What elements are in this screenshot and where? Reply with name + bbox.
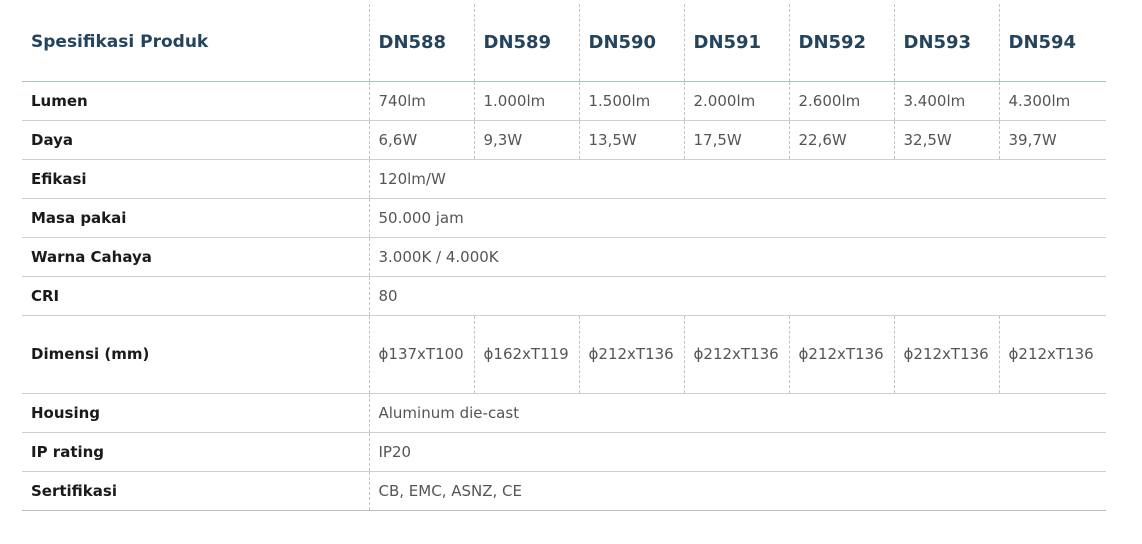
table-cell: ϕ162xT119 (473, 315, 579, 394)
table-cell: 2.600lm (788, 81, 894, 121)
row-label: IP rating (22, 432, 369, 472)
table-cell: Aluminum die-cast (368, 393, 1106, 433)
table-row-sertifikasi: Sertifikasi CB, EMC, ASNZ, CE (22, 471, 1106, 511)
row-label: Sertifikasi (22, 471, 369, 511)
table-cell: 9,3W (473, 120, 579, 160)
row-label: Dimensi (mm) (22, 315, 369, 394)
table-cell: ϕ212xT136 (893, 315, 999, 394)
table-row-dimensi: Dimensi (mm) ϕ137xT100 ϕ162xT119 ϕ212xT1… (22, 315, 1106, 394)
table-cell: 4.300lm (998, 81, 1106, 121)
table-cell: 1.000lm (473, 81, 579, 121)
row-label: Warna Cahaya (22, 237, 369, 277)
header-row: Spesifikasi Produk DN588 DN589 DN590 DN5… (22, 4, 1106, 82)
table-row-daya: Daya 6,6W 9,3W 13,5W 17,5W 22,6W 32,5W 3… (22, 120, 1106, 160)
table-cell: 2.000lm (683, 81, 789, 121)
table-cell: ϕ212xT136 (788, 315, 894, 394)
model-header: DN592 (788, 4, 894, 82)
table-row-efikasi: Efikasi 120lm/W (22, 159, 1106, 199)
model-header: DN594 (998, 4, 1106, 82)
table-row-warna-cahaya: Warna Cahaya 3.000K / 4.000K (22, 237, 1106, 277)
table-cell: 50.000 jam (368, 198, 1106, 238)
table-cell: 39,7W (998, 120, 1106, 160)
table-row-ip-rating: IP rating IP20 (22, 432, 1106, 472)
table-cell: 22,6W (788, 120, 894, 160)
table-title: Spesifikasi Produk (22, 4, 369, 82)
row-label: Masa pakai (22, 198, 369, 238)
table-cell: 80 (368, 276, 1106, 316)
table-cell: ϕ212xT136 (578, 315, 684, 394)
table-cell: 6,6W (368, 120, 474, 160)
table-cell: 3.400lm (893, 81, 999, 121)
table-row-masa-pakai: Masa pakai 50.000 jam (22, 198, 1106, 238)
table-cell: 120lm/W (368, 159, 1106, 199)
product-spec-table: Spesifikasi Produk DN588 DN589 DN590 DN5… (22, 4, 1106, 511)
model-header: DN591 (683, 4, 789, 82)
table-cell: 740lm (368, 81, 474, 121)
table-cell: CB, EMC, ASNZ, CE (368, 471, 1106, 511)
table-cell: ϕ212xT136 (683, 315, 789, 394)
model-header: DN588 (368, 4, 474, 82)
model-header: DN589 (473, 4, 579, 82)
table-cell: 32,5W (893, 120, 999, 160)
table-cell: 1.500lm (578, 81, 684, 121)
table-row-housing: Housing Aluminum die-cast (22, 393, 1106, 433)
row-label: CRI (22, 276, 369, 316)
table-row-cri: CRI 80 (22, 276, 1106, 316)
row-label: Efikasi (22, 159, 369, 199)
model-header: DN593 (893, 4, 999, 82)
table-cell: ϕ137xT100 (368, 315, 474, 394)
table-cell: ϕ212xT136 (998, 315, 1106, 394)
table-cell: IP20 (368, 432, 1106, 472)
row-label: Daya (22, 120, 369, 160)
model-header: DN590 (578, 4, 684, 82)
table-row-lumen: Lumen 740lm 1.000lm 1.500lm 2.000lm 2.60… (22, 81, 1106, 121)
table-cell: 3.000K / 4.000K (368, 237, 1106, 277)
row-label: Lumen (22, 81, 369, 121)
row-label: Housing (22, 393, 369, 433)
table-cell: 13,5W (578, 120, 684, 160)
table-cell: 17,5W (683, 120, 789, 160)
